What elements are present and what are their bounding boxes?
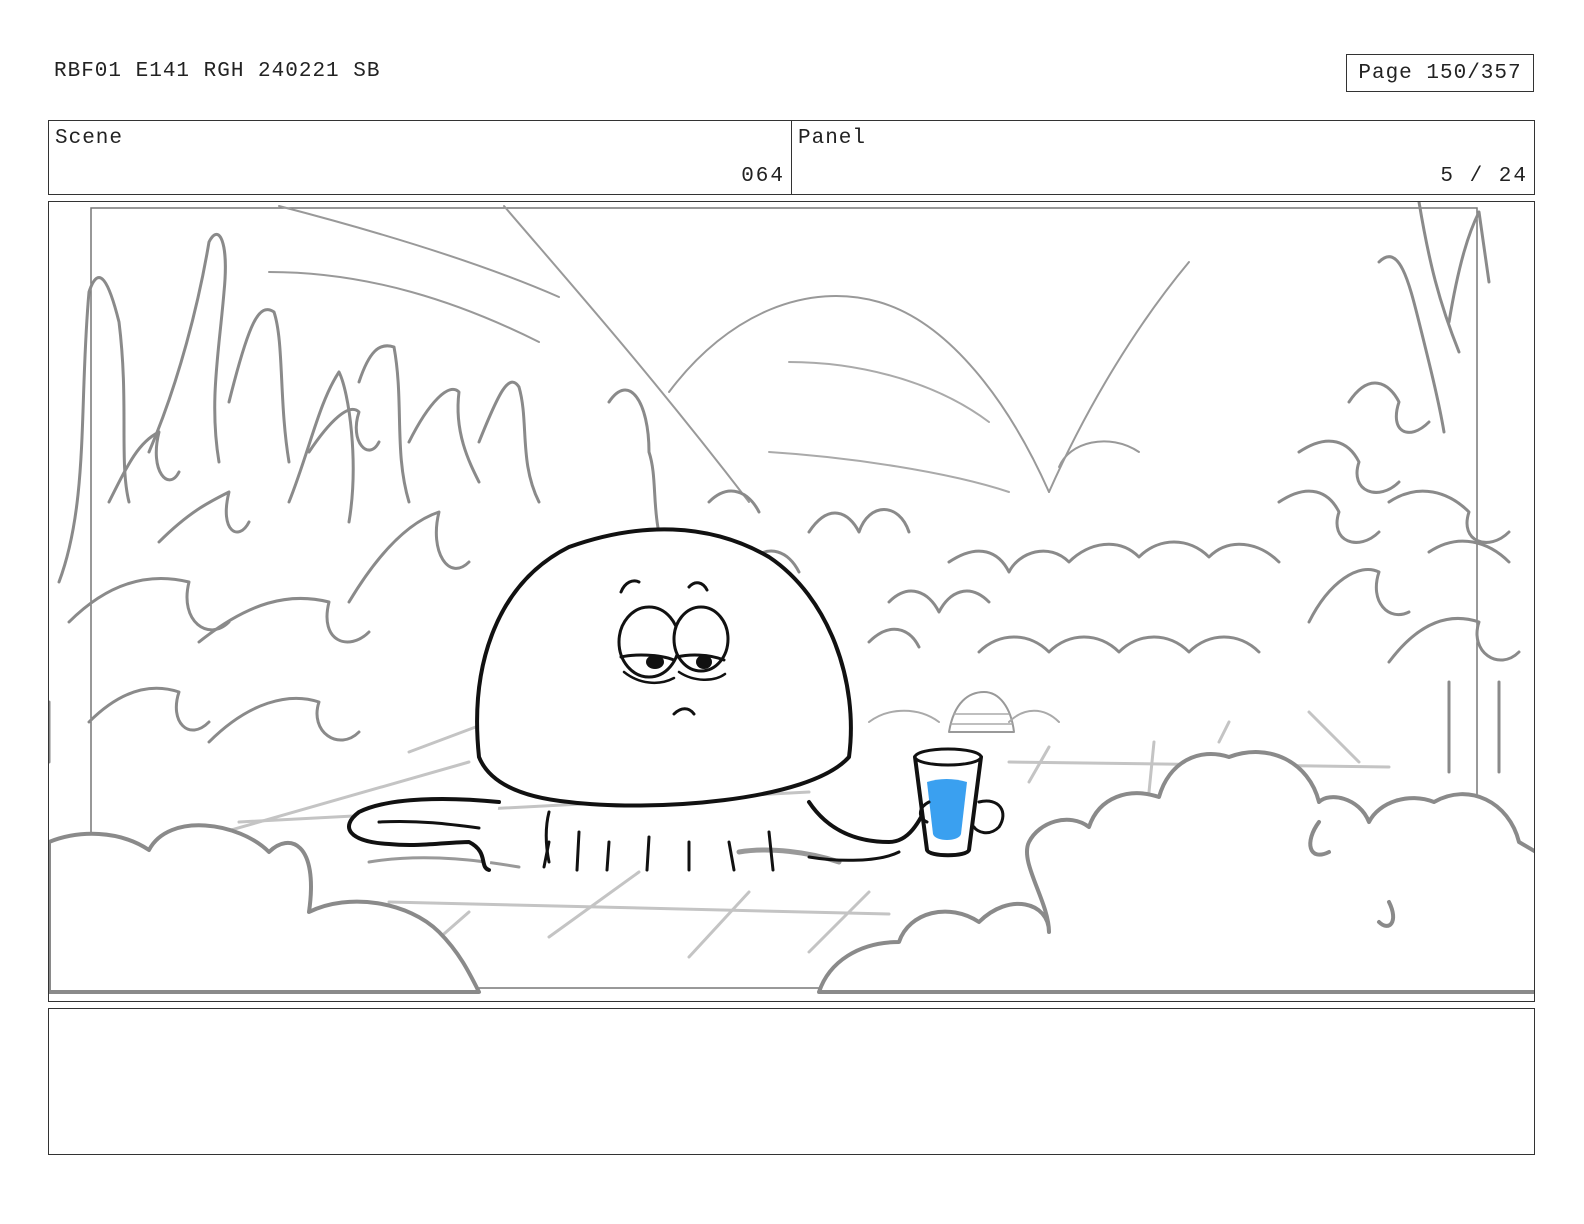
panel-label: Panel: [798, 127, 867, 150]
panel-cell: Panel 5 / 24: [791, 121, 1534, 194]
scene-cell: Scene 064: [49, 121, 791, 194]
panel-drawing: [49, 202, 1534, 994]
notes-box: [48, 1008, 1535, 1155]
page-number: Page 150/357: [1346, 54, 1534, 92]
document-id: RBF01 E141 RGH 240221 SB: [54, 60, 381, 83]
storyboard-panel: [48, 201, 1535, 1002]
info-row: Scene 064 Panel 5 / 24: [48, 120, 1535, 195]
scene-value: 064: [741, 165, 785, 188]
scene-label: Scene: [55, 127, 124, 150]
water-fill: [927, 779, 967, 840]
panel-value: 5 / 24: [1440, 165, 1528, 188]
character: [347, 527, 1005, 872]
